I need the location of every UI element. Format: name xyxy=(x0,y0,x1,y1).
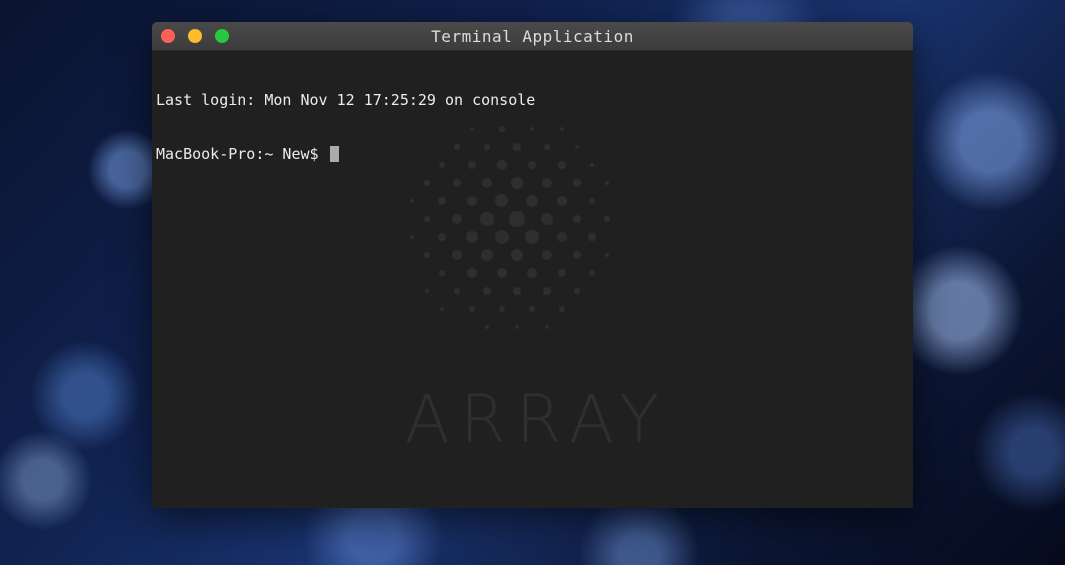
last-login-line: Last login: Mon Nov 12 17:25:29 on conso… xyxy=(156,91,536,109)
logo-dot xyxy=(558,161,566,169)
logo-dot xyxy=(543,287,551,295)
terminal-window[interactable]: Terminal Application ARRAY Last login: M… xyxy=(152,22,913,508)
logo-dot xyxy=(560,127,564,131)
text-cursor xyxy=(329,146,339,162)
title-bar[interactable]: Terminal Application xyxy=(152,22,913,51)
logo-dot xyxy=(572,250,582,260)
logo-dot xyxy=(452,250,462,260)
logo-dot xyxy=(452,214,462,224)
logo-dot xyxy=(424,288,430,294)
logo-dot xyxy=(526,267,538,279)
logo-dot xyxy=(440,307,444,311)
logo-dot xyxy=(574,144,580,150)
logo-dot xyxy=(481,249,493,261)
logo-dot xyxy=(453,287,461,295)
logo-dot xyxy=(467,268,477,278)
logo-dot xyxy=(542,178,552,188)
logo-dot xyxy=(514,324,520,330)
logo-dot xyxy=(466,231,478,243)
logo-dot xyxy=(484,324,490,330)
array-logo-text: ARRAY xyxy=(404,381,670,458)
logo-dot xyxy=(512,286,522,296)
logo-dot xyxy=(572,214,582,224)
logo-dot xyxy=(437,232,447,242)
logo-dot xyxy=(604,252,610,258)
logo-dot xyxy=(438,269,446,277)
logo-dot xyxy=(480,212,494,226)
logo-dot xyxy=(574,288,580,294)
logo-dot xyxy=(544,324,550,330)
logo-dot xyxy=(498,305,506,313)
shell-prompt: MacBook-Pro:~ New$ xyxy=(156,145,328,163)
logo-dot xyxy=(409,198,415,204)
logo-dot xyxy=(469,306,475,312)
window-title: Terminal Application xyxy=(431,27,634,46)
logo-dot xyxy=(604,216,610,222)
logo-dot xyxy=(557,196,567,206)
logo-dot xyxy=(482,286,492,296)
logo-dot xyxy=(588,197,596,205)
logo-dot xyxy=(525,230,539,244)
logo-dot xyxy=(588,233,596,241)
logo-dot xyxy=(409,234,415,240)
terminal-content[interactable]: ARRAY Last login: Mon Nov 12 17:25:29 on… xyxy=(152,51,913,508)
logo-dot xyxy=(589,270,595,276)
logo-dot xyxy=(423,215,431,223)
logo-dot xyxy=(528,305,536,313)
logo-dot xyxy=(559,306,565,312)
logo-dot xyxy=(494,229,510,245)
logo-dot xyxy=(557,268,567,278)
logo-dot xyxy=(541,249,553,261)
logo-dot xyxy=(573,179,581,187)
logo-dot xyxy=(604,180,610,186)
logo-dot xyxy=(510,248,524,262)
logo-dot xyxy=(589,162,595,168)
logo-dot xyxy=(496,267,508,279)
logo-dot xyxy=(543,143,551,151)
logo-dot xyxy=(509,211,525,227)
logo-dot xyxy=(423,251,430,258)
logo-dot xyxy=(556,231,568,243)
terminal-output: Last login: Mon Nov 12 17:25:29 on conso… xyxy=(156,55,535,199)
logo-dot xyxy=(540,212,553,225)
